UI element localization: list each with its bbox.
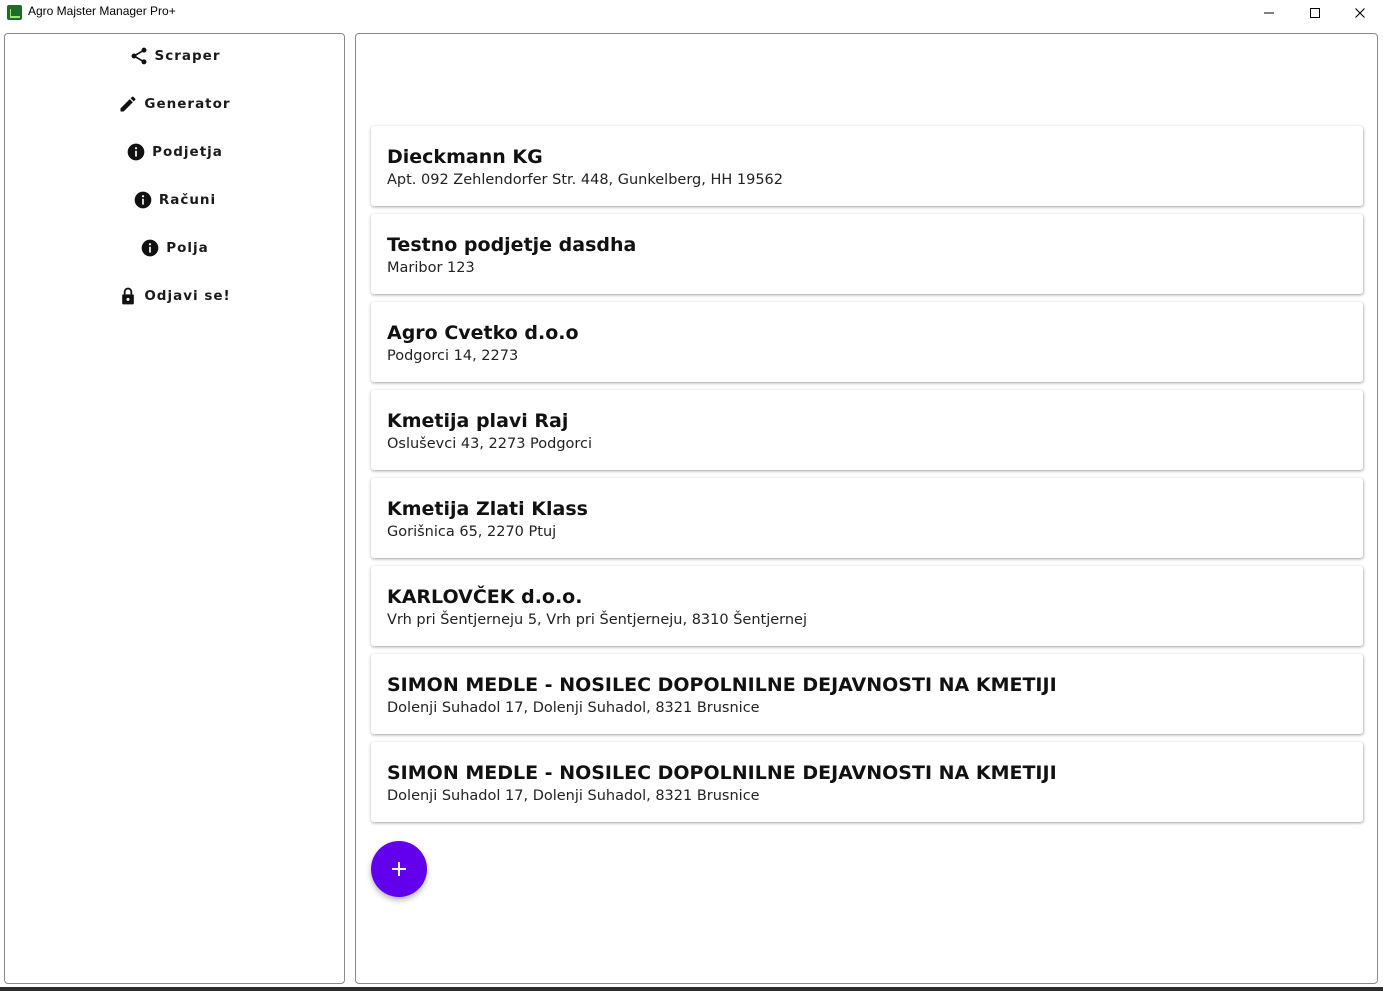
company-list-panel: Dieckmann KG Apt. 092 Zehlendorfer Str. … (355, 33, 1378, 984)
add-company-button[interactable] (371, 841, 427, 897)
company-card[interactable]: Dieckmann KG Apt. 092 Zehlendorfer Str. … (371, 126, 1363, 206)
company-address: Dolenji Suhadol 17, Dolenji Suhadol, 832… (387, 788, 760, 804)
company-address: Osluševci 43, 2273 Podgorci (387, 436, 593, 452)
company-name: SIMON MEDLE - NOSILEC DOPOLNILNE DEJAVNO… (387, 674, 1057, 696)
info-icon (133, 190, 153, 210)
company-address: Podgorci 14, 2273 (387, 348, 519, 364)
company-card[interactable]: Testno podjetje dasdha Maribor 123 (371, 214, 1363, 294)
sidebar-item-label: Polja (166, 240, 209, 256)
company-address: Apt. 092 Zehlendorfer Str. 448, Gunkelbe… (387, 172, 784, 188)
sidebar-item-polja[interactable]: Polja (5, 230, 344, 266)
info-icon (140, 238, 160, 258)
maximize-icon (1310, 8, 1320, 18)
company-name: Agro Cvetko d.o.o (387, 322, 579, 344)
title-bar: Agro Majster Manager Pro+ (0, 0, 1383, 26)
share-icon (129, 46, 149, 66)
sidebar-item-label: Scraper (154, 48, 221, 64)
company-address: Vrh pri Šentjerneju 5, Vrh pri Šentjerne… (387, 612, 808, 628)
company-name: Kmetija plavi Raj (387, 410, 569, 432)
close-icon (1355, 8, 1365, 18)
company-name: Kmetija Zlati Klass (387, 498, 588, 520)
sidebar-item-label: Odjavi se! (144, 288, 231, 304)
sidebar-item-scraper[interactable]: Scraper (5, 38, 344, 74)
sidebar-item-label: Računi (158, 192, 217, 208)
taskbar-edge (0, 987, 1383, 991)
sidebar-nav: Scraper Generator Podjetja Računi Polja … (4, 33, 345, 984)
company-name: Dieckmann KG (387, 146, 543, 168)
info-icon (126, 142, 146, 162)
company-card[interactable]: SIMON MEDLE - NOSILEC DOPOLNILNE DEJAVNO… (371, 654, 1363, 734)
close-button[interactable] (1337, 0, 1383, 26)
sidebar-item-label: Podjetja (152, 144, 223, 160)
sidebar-item-generator[interactable]: Generator (5, 86, 344, 122)
company-card[interactable]: KARLOVČEK d.o.o. Vrh pri Šentjerneju 5, … (371, 566, 1363, 646)
sidebar-item-logout[interactable]: Odjavi se! (5, 278, 344, 314)
lock-icon (118, 286, 138, 306)
company-name: Testno podjetje dasdha (387, 234, 637, 256)
app-logo-icon (7, 5, 22, 20)
minimize-button[interactable] (1246, 0, 1292, 26)
company-name: SIMON MEDLE - NOSILEC DOPOLNILNE DEJAVNO… (387, 762, 1057, 784)
company-address: Dolenji Suhadol 17, Dolenji Suhadol, 832… (387, 700, 760, 716)
company-card[interactable]: Kmetija Zlati Klass Gorišnica 65, 2270 P… (371, 478, 1363, 558)
company-address: Gorišnica 65, 2270 Ptuj (387, 524, 557, 540)
minimize-icon (1264, 12, 1274, 14)
company-card[interactable]: SIMON MEDLE - NOSILEC DOPOLNILNE DEJAVNO… (371, 742, 1363, 822)
sidebar-item-label: Generator (144, 96, 231, 112)
company-name: KARLOVČEK d.o.o. (387, 586, 583, 608)
maximize-button[interactable] (1292, 0, 1338, 26)
window-title: Agro Majster Manager Pro+ (28, 4, 176, 18)
company-card[interactable]: Agro Cvetko d.o.o Podgorci 14, 2273 (371, 302, 1363, 382)
company-address: Maribor 123 (387, 260, 475, 276)
pencil-icon (118, 94, 138, 114)
company-card[interactable]: Kmetija plavi Raj Osluševci 43, 2273 Pod… (371, 390, 1363, 470)
sidebar-item-racuni[interactable]: Računi (5, 182, 344, 218)
plus-icon (392, 862, 406, 876)
sidebar-item-podjetja[interactable]: Podjetja (5, 134, 344, 170)
